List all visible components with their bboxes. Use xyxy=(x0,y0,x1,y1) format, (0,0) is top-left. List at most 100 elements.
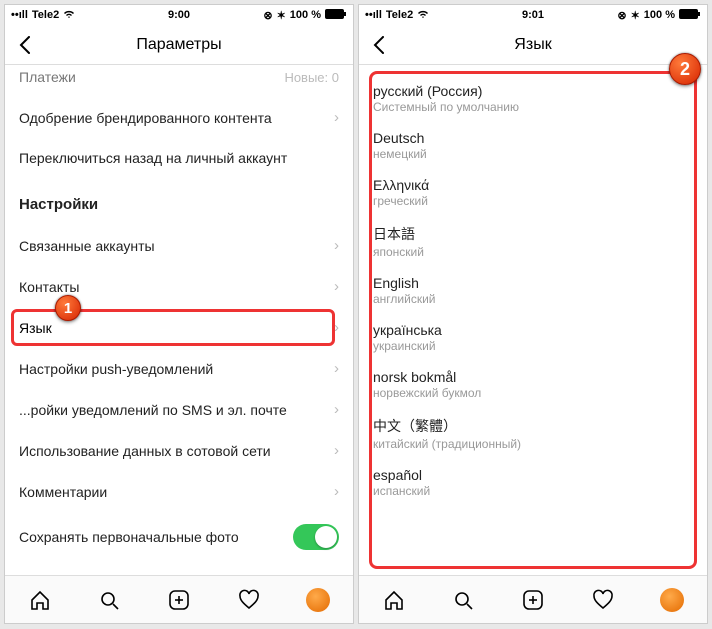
back-button[interactable] xyxy=(13,33,37,57)
lang-option[interactable]: norsk bokmål норвежский букмол xyxy=(359,361,707,408)
avatar-icon xyxy=(660,588,684,612)
status-time: 9:01 xyxy=(522,9,544,21)
nav-bar: Параметры xyxy=(5,25,353,65)
row-switch-back[interactable]: Переключиться назад на личный аккаунт xyxy=(5,138,353,178)
chevron-right-icon: › xyxy=(334,483,339,500)
row-label: Связанные аккаунты xyxy=(19,238,155,254)
phone-right-language: ••ıll Tele2 9:01 ⊗ ✶ 100 % Язык 2 русски… xyxy=(358,4,708,624)
tab-search[interactable] xyxy=(450,587,476,613)
orientation-lock-icon: ⊗ xyxy=(263,9,272,22)
lang-native: 日本語 xyxy=(373,224,693,244)
callout-badge-2: 2 xyxy=(669,53,701,85)
row-language[interactable]: Язык › 1 xyxy=(5,307,353,348)
row-label: Одобрение брендированного контента xyxy=(19,110,272,126)
chevron-right-icon: › xyxy=(334,401,339,418)
tab-create[interactable] xyxy=(166,587,192,613)
lang-option[interactable]: українська украинский xyxy=(359,314,707,361)
lang-option[interactable]: Ελληνικά греческий xyxy=(359,169,707,216)
row-label: ...ройки уведомлений по SMS и эл. почте xyxy=(19,402,287,418)
row-label: Язык xyxy=(19,320,52,336)
status-bar: ••ıll Tele2 9:00 ⊗ ✶ 100 % xyxy=(5,5,353,25)
lang-native: norsk bokmål xyxy=(373,369,693,385)
wifi-icon xyxy=(63,9,75,22)
lang-translated: китайский (традиционный) xyxy=(373,437,693,451)
bluetooth-icon: ✶ xyxy=(277,9,286,22)
tab-profile[interactable] xyxy=(659,587,685,613)
lang-translated: английский xyxy=(373,292,693,306)
page-title: Параметры xyxy=(136,36,221,54)
row-comments[interactable]: Комментарии › xyxy=(5,471,353,512)
lang-native: українська xyxy=(373,322,693,338)
row-meta: Новые: 0 xyxy=(284,70,339,85)
battery-icon xyxy=(679,9,701,22)
lang-translated: норвежский букмол xyxy=(373,386,693,400)
row-sms-email[interactable]: ...ройки уведомлений по SMS и эл. почте … xyxy=(5,389,353,430)
lang-native: English xyxy=(373,275,693,291)
tab-activity[interactable] xyxy=(236,587,262,613)
wifi-icon xyxy=(417,9,429,22)
row-linked-accounts[interactable]: Связанные аккаунты › xyxy=(5,225,353,266)
tab-home[interactable] xyxy=(381,587,407,613)
settings-list[interactable]: Платежи Новые: 0 Одобрение брендированно… xyxy=(5,65,353,575)
row-label: Настройки push-уведомлений xyxy=(19,361,213,377)
toggle-switch[interactable] xyxy=(293,524,339,550)
chevron-right-icon: › xyxy=(334,442,339,459)
lang-native: Ελληνικά xyxy=(373,177,693,193)
battery-percent: 100 % xyxy=(290,9,321,21)
avatar-icon xyxy=(306,588,330,612)
lang-translated: немецкий xyxy=(373,147,693,161)
back-button[interactable] xyxy=(367,33,391,57)
row-branded-content[interactable]: Одобрение брендированного контента › xyxy=(5,97,353,138)
tab-create[interactable] xyxy=(520,587,546,613)
language-list[interactable]: русский (Россия) Системный по умолчанию … xyxy=(359,75,707,575)
carrier-label: Tele2 xyxy=(32,9,59,21)
lang-option[interactable]: 日本語 японский xyxy=(359,216,707,267)
lang-translated: японский xyxy=(373,245,693,259)
tab-search[interactable] xyxy=(96,587,122,613)
lang-option[interactable]: English английский xyxy=(359,267,707,314)
tab-activity[interactable] xyxy=(590,587,616,613)
chevron-right-icon: › xyxy=(334,278,339,295)
row-label: Контакты xyxy=(19,279,79,295)
lang-native: español xyxy=(373,467,693,483)
row-label: Комментарии xyxy=(19,484,107,500)
chevron-right-icon: › xyxy=(334,319,339,336)
chevron-right-icon: › xyxy=(334,237,339,254)
bluetooth-icon: ✶ xyxy=(631,9,640,22)
lang-translated: Системный по умолчанию xyxy=(373,100,693,114)
row-data-usage[interactable]: Использование данных в сотовой сети › xyxy=(5,430,353,471)
lang-native: русский (Россия) xyxy=(373,83,693,99)
row-push-notifications[interactable]: Настройки push-уведомлений › xyxy=(5,348,353,389)
lang-option[interactable]: русский (Россия) Системный по умолчанию xyxy=(359,75,707,122)
row-label: Использование данных в сотовой сети xyxy=(19,443,271,459)
lang-option[interactable]: español испанский xyxy=(359,459,707,506)
signal-icon: ••ıll xyxy=(11,9,28,21)
section-label: Настройки xyxy=(19,196,98,213)
row-label: Сохранять первоначальные фото xyxy=(19,529,239,545)
tab-home[interactable] xyxy=(27,587,53,613)
chevron-right-icon: › xyxy=(334,109,339,126)
nav-bar: Язык xyxy=(359,25,707,65)
chevron-right-icon: › xyxy=(334,360,339,377)
lang-translated: испанский xyxy=(373,484,693,498)
section-header-settings: Настройки xyxy=(5,178,353,225)
row-label: Переключиться назад на личный аккаунт xyxy=(19,150,287,166)
status-bar: ••ıll Tele2 9:01 ⊗ ✶ 100 % xyxy=(359,5,707,25)
tab-bar xyxy=(359,575,707,623)
battery-percent: 100 % xyxy=(644,9,675,21)
lang-native: Deutsch xyxy=(373,130,693,146)
lang-option[interactable]: Deutsch немецкий xyxy=(359,122,707,169)
lang-option[interactable]: 中文（繁體） китайский (традиционный) xyxy=(359,408,707,459)
lang-translated: украинский xyxy=(373,339,693,353)
carrier-label: Tele2 xyxy=(386,9,413,21)
signal-icon: ••ıll xyxy=(365,9,382,21)
row-payments[interactable]: Платежи Новые: 0 xyxy=(5,65,353,97)
row-save-original-photo[interactable]: Сохранять первоначальные фото xyxy=(5,512,353,562)
row-label: Платежи xyxy=(19,69,76,85)
phone-left-settings: ••ıll Tele2 9:00 ⊗ ✶ 100 % Параметры Пла… xyxy=(4,4,354,624)
lang-native: 中文（繁體） xyxy=(373,416,693,436)
status-time: 9:00 xyxy=(168,9,190,21)
tab-profile[interactable] xyxy=(305,587,331,613)
battery-icon xyxy=(325,9,347,22)
callout-badge-1: 1 xyxy=(55,295,81,321)
